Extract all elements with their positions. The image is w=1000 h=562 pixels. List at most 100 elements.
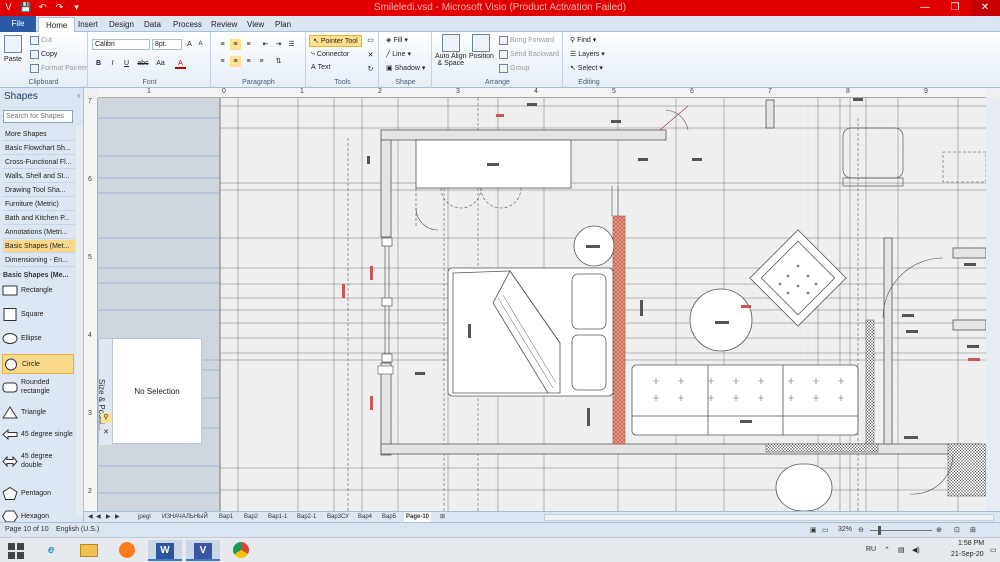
fill-button[interactable]: ◈ Fill ▾ bbox=[386, 36, 408, 45]
stencil-item[interactable]: Drawing Tool Sha... bbox=[3, 184, 75, 197]
firefox-icon[interactable] bbox=[110, 540, 144, 561]
pan-zoom-icon[interactable]: ⊞ bbox=[970, 526, 976, 534]
collapse-panel-icon[interactable]: ‹ bbox=[77, 91, 80, 100]
close-icon[interactable]: ✕ bbox=[101, 428, 111, 438]
align-bottom-icon[interactable]: ≡ bbox=[243, 39, 254, 50]
clock-date[interactable]: 21-Sep-20 bbox=[951, 551, 984, 558]
floor-plan-drawing[interactable] bbox=[98, 98, 986, 511]
rotate-icon[interactable]: ↻ bbox=[365, 64, 376, 75]
master-rectangle[interactable]: Rectangle bbox=[2, 284, 74, 297]
fit-page-icon[interactable]: ▣ bbox=[810, 526, 817, 534]
shapes-scrollbar[interactable] bbox=[76, 126, 83, 516]
strikethrough-button[interactable]: abc bbox=[135, 58, 151, 69]
size-position-titlebar[interactable]: Size & Positi... ⚲ ✕ bbox=[97, 339, 113, 445]
master-triangle[interactable]: Triangle bbox=[2, 406, 74, 419]
shrink-font-icon[interactable]: A bbox=[195, 39, 206, 50]
tab-design[interactable]: Design bbox=[102, 17, 141, 32]
paste-button[interactable]: Paste bbox=[4, 35, 22, 63]
pin-icon[interactable]: ⚲ bbox=[101, 413, 111, 423]
tab-plan[interactable]: Plan bbox=[268, 17, 298, 32]
internet-explorer-icon[interactable]: e bbox=[34, 540, 68, 561]
tab-home[interactable]: Home bbox=[38, 17, 76, 32]
visio-icon[interactable]: V bbox=[186, 540, 220, 561]
network-icon[interactable]: ▤ bbox=[898, 546, 905, 554]
drawing-canvas[interactable]: 1 0 1 2 3 4 5 6 7 8 9 7 6 5 4 3 2 Size &… bbox=[84, 88, 1000, 511]
send-backward-button[interactable]: Send Backward bbox=[499, 50, 559, 59]
stencil-more-shapes[interactable]: More Shapes bbox=[3, 128, 75, 141]
align-left-icon[interactable]: ≡ bbox=[217, 56, 228, 67]
full-screen-icon[interactable]: ▭ bbox=[822, 526, 829, 534]
decrease-indent-icon[interactable]: ⇤ bbox=[260, 39, 271, 50]
tab-review[interactable]: Review bbox=[204, 17, 244, 32]
input-language[interactable]: RU bbox=[866, 546, 876, 553]
position-button[interactable]: Position bbox=[469, 34, 494, 60]
format-painter-button[interactable]: Format Painter bbox=[30, 64, 87, 73]
change-case-button[interactable]: Aa bbox=[155, 58, 166, 69]
stencil-item[interactable]: Basic Flowchart Sh... bbox=[3, 142, 75, 155]
notification-icon[interactable]: ▭ bbox=[990, 546, 997, 554]
zoom-in-icon[interactable]: ⊕ bbox=[936, 526, 942, 534]
font-family-select[interactable]: Calibri bbox=[92, 39, 150, 50]
file-explorer-icon[interactable] bbox=[72, 540, 106, 561]
pointer-tool-button[interactable]: ↖ Pointer Tool bbox=[309, 35, 362, 47]
restore-button[interactable]: ❐ bbox=[940, 0, 970, 16]
canvas-vertical-scrollbar[interactable] bbox=[986, 98, 1000, 511]
select-button[interactable]: ↖ Select ▾ bbox=[570, 64, 603, 73]
increase-indent-icon[interactable]: ⇥ bbox=[273, 39, 284, 50]
stencil-item[interactable]: Annotations (Metri... bbox=[3, 226, 75, 239]
page-number-status[interactable]: Page 10 of 10 bbox=[5, 526, 49, 533]
zoom-out-icon[interactable]: ⊖ bbox=[858, 526, 864, 534]
start-button[interactable] bbox=[2, 540, 30, 561]
master-rounded-rectangle[interactable]: Rounded rectangle bbox=[2, 378, 74, 396]
tab-view[interactable]: View bbox=[240, 17, 271, 32]
chrome-icon[interactable] bbox=[224, 540, 258, 561]
align-top-icon[interactable]: ≡ bbox=[217, 39, 228, 50]
tab-insert[interactable]: Insert bbox=[71, 17, 105, 32]
align-center-icon[interactable]: ≡ bbox=[230, 56, 241, 67]
stencil-item[interactable]: Dimensioning - En... bbox=[3, 254, 75, 267]
align-middle-icon[interactable]: ≡ bbox=[230, 39, 241, 50]
stencil-item[interactable]: Furniture (Metric) bbox=[3, 198, 75, 211]
stencil-item[interactable]: Cross-Functional Fl... bbox=[3, 156, 75, 169]
stencil-item-selected[interactable]: Basic Shapes (Met... bbox=[3, 240, 75, 253]
close-button[interactable]: ✕ bbox=[970, 0, 1000, 16]
zoom-level[interactable]: 32% bbox=[838, 526, 852, 533]
master-pentagon[interactable]: Pentagon bbox=[2, 487, 74, 500]
stencil-item[interactable]: Walls, Shell and St... bbox=[3, 170, 75, 183]
copy-button[interactable]: Copy bbox=[30, 50, 57, 59]
tab-file[interactable]: File bbox=[0, 16, 36, 32]
align-right-icon[interactable]: ≡ bbox=[243, 56, 254, 67]
master-hexagon[interactable]: Hexagon bbox=[2, 510, 74, 522]
font-size-select[interactable]: 8pt. bbox=[152, 39, 182, 50]
tray-up-icon[interactable]: ⌃ bbox=[884, 546, 890, 554]
clock-time[interactable]: 1:58 PM bbox=[958, 540, 984, 547]
rectangle-tool-icon[interactable]: ▭ bbox=[365, 35, 376, 46]
master-45-degree-double[interactable]: 45 degree double bbox=[2, 452, 74, 470]
word-icon[interactable]: W bbox=[148, 540, 182, 561]
master-ellipse[interactable]: Ellipse bbox=[2, 332, 74, 345]
auto-align-button[interactable]: Auto Align & Space bbox=[435, 34, 467, 67]
connector-button[interactable]: ⤷ Connector bbox=[311, 50, 349, 58]
search-shapes-input[interactable] bbox=[3, 110, 73, 123]
layers-button[interactable]: ☰ Layers ▾ bbox=[570, 50, 605, 59]
close-x-icon[interactable]: ✕ bbox=[365, 50, 376, 61]
zoom-slider-thumb[interactable] bbox=[878, 526, 881, 535]
master-circle[interactable]: Circle bbox=[2, 354, 74, 374]
tab-process[interactable]: Process bbox=[166, 17, 209, 32]
line-button[interactable]: ╱ Line ▾ bbox=[386, 50, 411, 59]
language-status[interactable]: English (U.S.) bbox=[56, 526, 99, 533]
font-color-button[interactable]: A bbox=[175, 58, 186, 69]
volume-icon[interactable]: ◀) bbox=[912, 546, 920, 554]
bullets-icon[interactable]: ☰ bbox=[286, 39, 297, 50]
text-direction-icon[interactable]: ⇅ bbox=[273, 56, 284, 67]
shadow-button[interactable]: ▣ Shadow ▾ bbox=[386, 64, 425, 73]
bold-button[interactable]: B bbox=[93, 58, 104, 69]
underline-button[interactable]: U bbox=[121, 58, 132, 69]
master-45-degree-single[interactable]: 45 degree single bbox=[2, 428, 74, 441]
text-tool-button[interactable]: A Text bbox=[311, 64, 331, 71]
open-stencil-header[interactable]: Basic Shapes (Me... bbox=[3, 272, 68, 279]
bring-forward-button[interactable]: Bring Forward bbox=[499, 36, 554, 45]
fit-window-icon[interactable]: ⊡ bbox=[954, 526, 960, 534]
canvas-horizontal-scrollbar[interactable] bbox=[544, 514, 994, 521]
master-square[interactable]: Square bbox=[2, 308, 74, 321]
